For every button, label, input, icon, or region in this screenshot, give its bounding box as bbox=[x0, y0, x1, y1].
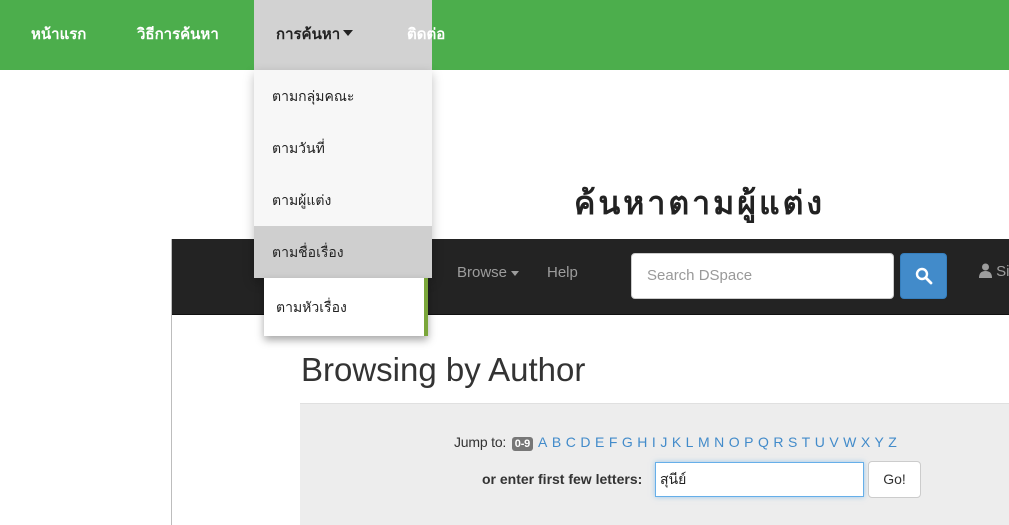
enter-letters-label: or enter first few letters: bbox=[482, 471, 643, 487]
jump-to-label: Jump to: bbox=[454, 434, 507, 450]
search-button[interactable] bbox=[900, 253, 947, 299]
letter-link-u[interactable]: U bbox=[815, 434, 825, 450]
search-icon bbox=[915, 267, 933, 285]
dropdown-item-title[interactable]: ตามชื่อเรื่อง bbox=[254, 226, 432, 278]
dropdown-item-date[interactable]: ตามวันที่ bbox=[254, 122, 432, 174]
letter-link-a[interactable]: A bbox=[538, 434, 547, 450]
letter-link-h[interactable]: H bbox=[637, 434, 647, 450]
go-button[interactable]: Go! bbox=[868, 461, 921, 498]
letter-link-t[interactable]: T bbox=[802, 434, 811, 450]
first-letters-input[interactable]: สุนีย์ bbox=[655, 462, 864, 497]
letter-link-q[interactable]: Q bbox=[758, 434, 769, 450]
user-icon bbox=[979, 263, 992, 278]
nav-search-dropdown[interactable]: การค้นหา bbox=[254, 0, 432, 70]
letter-link-o[interactable]: O bbox=[729, 434, 740, 450]
letter-link-d[interactable]: D bbox=[580, 434, 590, 450]
page-heading: ค้นหาตามผู้แต่ง bbox=[574, 185, 825, 221]
browse-title: Browsing by Author bbox=[301, 351, 586, 388]
letter-link-x[interactable]: X bbox=[861, 434, 870, 450]
caret-down-icon bbox=[343, 30, 354, 37]
letter-link-y[interactable]: Y bbox=[874, 434, 883, 450]
browse-label: Browse bbox=[457, 264, 508, 281]
caret-down-icon bbox=[511, 270, 520, 276]
letter-link-g[interactable]: G bbox=[622, 434, 633, 450]
search-input[interactable]: Search DSpace bbox=[631, 253, 894, 299]
sign-in-label: Si bbox=[996, 263, 1009, 280]
letter-link-s[interactable]: S bbox=[788, 434, 797, 450]
letter-link-l[interactable]: L bbox=[686, 434, 694, 450]
letter-link-n[interactable]: N bbox=[714, 434, 724, 450]
letter-link-r[interactable]: R bbox=[773, 434, 783, 450]
letter-link-v[interactable]: V bbox=[829, 434, 838, 450]
letter-link-j[interactable]: J bbox=[660, 434, 667, 450]
letter-link-z[interactable]: Z bbox=[888, 434, 897, 450]
search-dropdown-menu: ตามกลุ่มคณะ ตามวันที่ ตามผู้แต่ง ตามชื่อ… bbox=[254, 70, 432, 278]
letter-link-i[interactable]: I bbox=[652, 434, 656, 450]
letter-links: A B C D E F G H I J K L M N O P Q R S T … bbox=[538, 434, 898, 450]
letter-link-p[interactable]: P bbox=[744, 434, 753, 450]
nav-search-label: การค้นหา bbox=[276, 26, 341, 43]
nav-home[interactable]: หน้าแรก bbox=[31, 0, 86, 70]
help-link[interactable]: Help bbox=[547, 264, 578, 281]
nav-howto[interactable]: วิธีการค้นหา bbox=[137, 0, 219, 70]
jump-panel: Jump to: 0-9 A B C D E F G H I J K L M N… bbox=[300, 403, 1009, 525]
letter-link-b[interactable]: B bbox=[552, 434, 561, 450]
sign-in-link[interactable]: Si bbox=[979, 263, 1009, 280]
letter-link-k[interactable]: K bbox=[672, 434, 681, 450]
browse-menu[interactable]: Browse bbox=[457, 264, 520, 281]
dropdown-item-subject[interactable]: ตามหัวเรื่อง bbox=[264, 278, 428, 336]
nav-contact[interactable]: ติดต่อ bbox=[407, 0, 445, 70]
letter-link-f[interactable]: F bbox=[609, 434, 618, 450]
letter-link-e[interactable]: E bbox=[595, 434, 604, 450]
letter-link-m[interactable]: M bbox=[698, 434, 710, 450]
jump-to-row: Jump to: 0-9 A B C D E F G H I J K L M N… bbox=[454, 434, 898, 451]
dropdown-item-author[interactable]: ตามผู้แต่ง bbox=[254, 174, 432, 226]
letter-link-w[interactable]: W bbox=[843, 434, 856, 450]
digits-badge[interactable]: 0-9 bbox=[511, 437, 534, 451]
letter-link-c[interactable]: C bbox=[566, 434, 576, 450]
dropdown-item-faculty[interactable]: ตามกลุ่มคณะ bbox=[254, 70, 432, 122]
top-navbar: หน้าแรก วิธีการค้นหา การค้นหา ติดต่อ bbox=[0, 0, 1009, 70]
